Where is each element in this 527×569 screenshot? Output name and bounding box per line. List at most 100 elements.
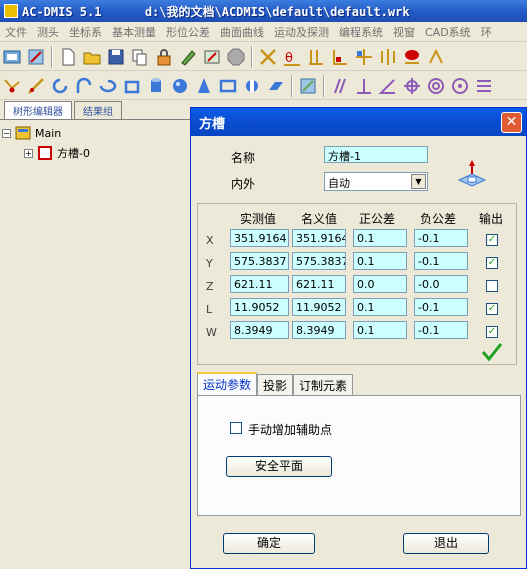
open-folder-icon[interactable] bbox=[80, 45, 104, 69]
output-y-checkbox[interactable]: ✓ bbox=[486, 257, 498, 269]
tab-result-group[interactable]: 结果组 bbox=[74, 101, 122, 119]
menu-env[interactable]: 环 bbox=[476, 24, 497, 40]
menu-coordinate-system[interactable]: 坐标系 bbox=[64, 24, 107, 40]
round-slot-icon[interactable] bbox=[240, 74, 264, 98]
dropdown-arrow-icon[interactable]: ▼ bbox=[411, 174, 426, 189]
position-tolerance-icon[interactable] bbox=[400, 74, 424, 98]
tab-tree-editor[interactable]: 树形编辑器 bbox=[4, 101, 72, 119]
square-slot-icon[interactable] bbox=[216, 74, 240, 98]
menu-view[interactable]: 视窗 bbox=[388, 24, 420, 40]
menu-file[interactable]: 文件 bbox=[0, 24, 32, 40]
plane-icon[interactable] bbox=[264, 74, 288, 98]
position-icon[interactable] bbox=[352, 45, 376, 69]
minus-tol-x-field[interactable]: -0.1 bbox=[414, 229, 468, 247]
nominal-x-field[interactable]: 351.9164 bbox=[292, 229, 346, 247]
menu-cad[interactable]: CAD系统 bbox=[420, 24, 476, 40]
output-l-checkbox[interactable]: ✓ bbox=[486, 303, 498, 315]
save-icon[interactable] bbox=[104, 45, 128, 69]
concentricity-icon[interactable] bbox=[424, 74, 448, 98]
profile-icon[interactable] bbox=[400, 45, 424, 69]
nominal-w-field[interactable]: 8.3949 bbox=[292, 321, 346, 339]
tab-custom-elements[interactable]: 订制元素 bbox=[293, 374, 354, 396]
ellipse-icon[interactable] bbox=[96, 74, 120, 98]
menu-probe[interactable]: 测头 bbox=[32, 24, 64, 40]
output-x-checkbox[interactable]: ✓ bbox=[486, 234, 498, 246]
new-file-icon[interactable] bbox=[56, 45, 80, 69]
construct-icon[interactable] bbox=[296, 74, 320, 98]
perpendicular-icon[interactable] bbox=[328, 45, 352, 69]
measured-z-field[interactable]: 621.11 bbox=[230, 275, 289, 293]
lock-icon[interactable] bbox=[152, 45, 176, 69]
measured-l-field[interactable]: 11.9052 bbox=[230, 298, 289, 316]
tree-node-label: 方槽-0 bbox=[57, 147, 90, 160]
angularity-icon[interactable] bbox=[376, 74, 400, 98]
measure-icon[interactable] bbox=[0, 45, 24, 69]
pencil-icon[interactable] bbox=[176, 45, 200, 69]
tree-node-main[interactable]: − Main bbox=[2, 123, 188, 143]
add-aux-points-checkbox[interactable] bbox=[230, 422, 242, 434]
arc-icon[interactable] bbox=[72, 74, 96, 98]
menu-programming[interactable]: 编程系统 bbox=[334, 24, 388, 40]
symmetry-tolerance-icon[interactable] bbox=[472, 74, 496, 98]
column-nominal: 名义值 bbox=[301, 212, 338, 226]
dialog-tabs: 运动参数 投影 订制元素 bbox=[197, 372, 354, 396]
parallelism-icon[interactable] bbox=[328, 74, 352, 98]
expand-icon[interactable]: + bbox=[24, 148, 33, 158]
measured-x-field[interactable]: 351.9164 bbox=[230, 229, 289, 247]
slot-icon[interactable] bbox=[120, 74, 144, 98]
probe-icon[interactable] bbox=[24, 45, 48, 69]
tree-pane: 树形编辑器 结果组 − Main + 方槽-0 bbox=[0, 101, 190, 569]
measured-w-field[interactable]: 8.3949 bbox=[230, 321, 289, 339]
plus-tol-w-field[interactable]: 0.1 bbox=[353, 321, 407, 339]
tab-projection[interactable]: 投影 bbox=[257, 374, 294, 396]
menu-surface-curve[interactable]: 曲面曲线 bbox=[215, 24, 269, 40]
perpendicularity-icon[interactable] bbox=[352, 74, 376, 98]
minus-tol-w-field[interactable]: -0.1 bbox=[414, 321, 468, 339]
square-slot-icon bbox=[38, 146, 52, 160]
apply-checkmark-icon[interactable] bbox=[481, 342, 503, 362]
name-field[interactable]: 方槽-1 bbox=[324, 146, 428, 163]
menu-basic-measure[interactable]: 基本测量 bbox=[107, 24, 161, 40]
menu-motion-probing[interactable]: 运动及探测 bbox=[269, 24, 334, 40]
column-output: 输出 bbox=[479, 212, 504, 226]
tab-motion-params[interactable]: 运动参数 bbox=[197, 372, 258, 396]
minus-tol-y-field[interactable]: -0.1 bbox=[414, 252, 468, 270]
exit-button[interactable]: 退出 bbox=[403, 533, 489, 554]
minus-tol-l-field[interactable]: -0.1 bbox=[414, 298, 468, 316]
menu-gdt[interactable]: 形位公差 bbox=[161, 24, 215, 40]
measured-y-field[interactable]: 575.3837 bbox=[230, 252, 289, 270]
stop-icon[interactable] bbox=[224, 45, 248, 69]
close-button[interactable]: ✕ bbox=[501, 111, 522, 133]
symmetry-icon[interactable] bbox=[376, 45, 400, 69]
runout-icon[interactable] bbox=[424, 45, 448, 69]
parallel-icon[interactable] bbox=[304, 45, 328, 69]
edit-icon[interactable] bbox=[200, 45, 224, 69]
circle-icon[interactable] bbox=[48, 74, 72, 98]
plus-tol-y-field[interactable]: 0.1 bbox=[353, 252, 407, 270]
output-w-checkbox[interactable]: ✓ bbox=[486, 326, 498, 338]
collapse-icon[interactable]: − bbox=[2, 128, 11, 138]
safe-plane-button[interactable]: 安全平面 bbox=[226, 456, 332, 477]
minus-tol-z-field[interactable]: -0.0 bbox=[414, 275, 468, 293]
plus-tol-l-field[interactable]: 0.1 bbox=[353, 298, 407, 316]
line-icon[interactable] bbox=[24, 74, 48, 98]
tree-node-slot[interactable]: + 方槽-0 bbox=[2, 143, 188, 163]
runout-tolerance-icon[interactable] bbox=[448, 74, 472, 98]
title-bar: AC-DMIS 5.1 d:\我的文档\ACDMIS\default\defau… bbox=[0, 0, 527, 22]
nominal-y-field[interactable]: 575.3837 bbox=[292, 252, 346, 270]
inout-select[interactable]: 自动 ▼ bbox=[324, 172, 428, 191]
output-z-checkbox[interactable] bbox=[486, 280, 498, 292]
angle-icon[interactable]: θ bbox=[280, 45, 304, 69]
point-icon[interactable] bbox=[0, 74, 24, 98]
copy-icon[interactable] bbox=[128, 45, 152, 69]
cone-icon[interactable] bbox=[192, 74, 216, 98]
cylinder-icon[interactable] bbox=[144, 74, 168, 98]
plus-tol-x-field[interactable]: 0.1 bbox=[353, 229, 407, 247]
sphere-icon[interactable] bbox=[168, 74, 192, 98]
cross-icon[interactable] bbox=[256, 45, 280, 69]
plus-tol-z-field[interactable]: 0.0 bbox=[353, 275, 407, 293]
ok-button[interactable]: 确定 bbox=[223, 533, 315, 554]
toolbar-separator bbox=[291, 74, 293, 97]
nominal-l-field[interactable]: 11.9052 bbox=[292, 298, 346, 316]
nominal-z-field[interactable]: 621.11 bbox=[292, 275, 346, 293]
